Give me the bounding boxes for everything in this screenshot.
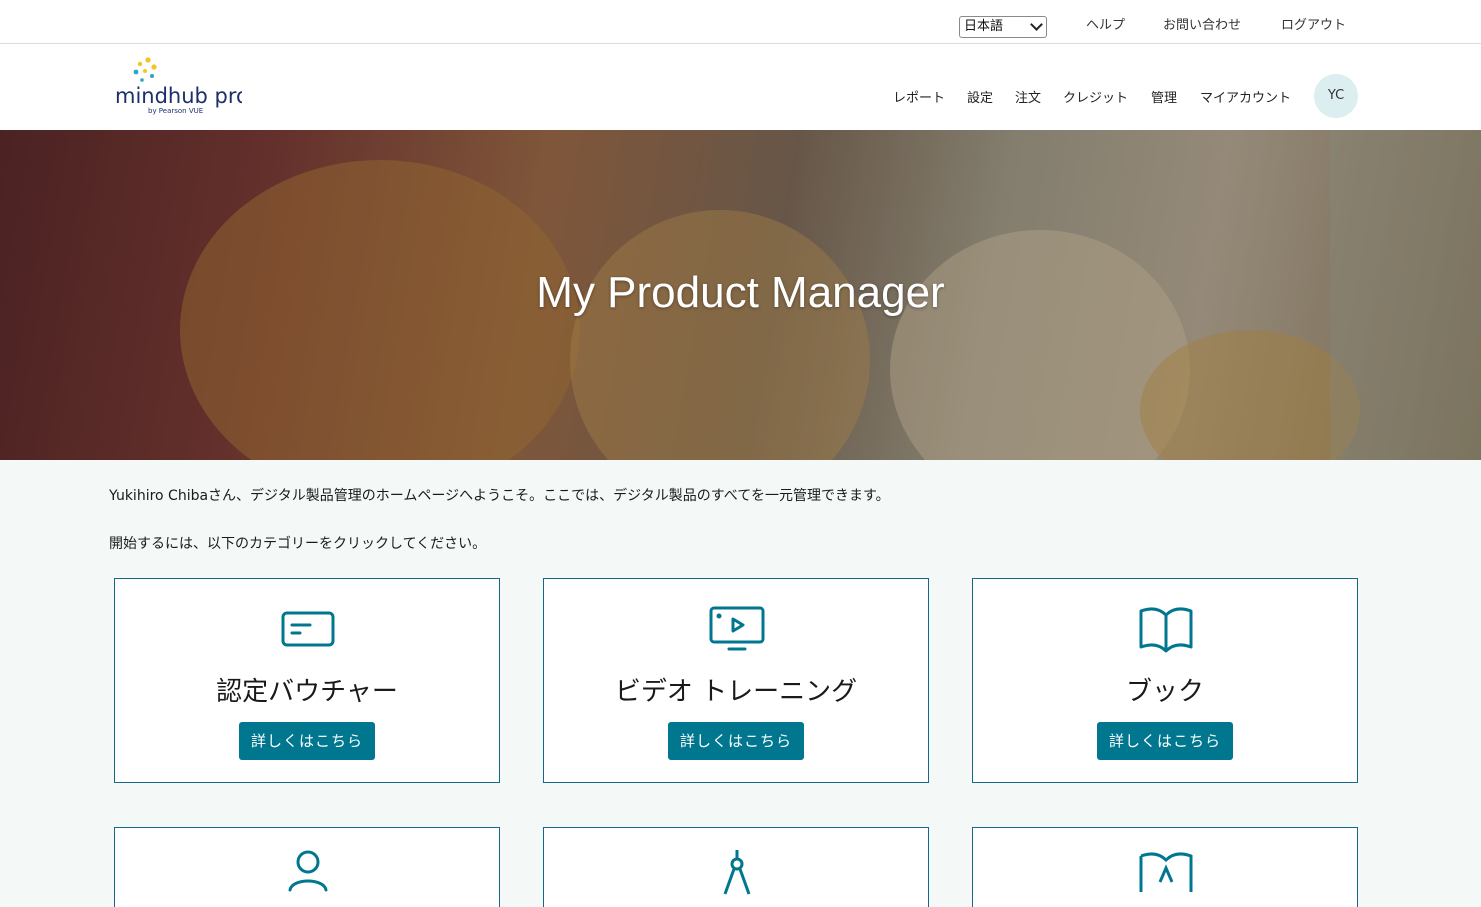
nav-item-settings[interactable]: 設定 [967, 87, 993, 106]
category-card-books[interactable]: ブック 詳しくはこちら [972, 578, 1358, 783]
language-select-value: 日本語 [964, 19, 1004, 34]
video-training-icon [709, 606, 765, 651]
instruction-text: 開始するには、以下のカテゴリーをクリックしてください。 [109, 536, 487, 552]
person-icon [288, 850, 328, 892]
card-title: ブック [1125, 677, 1204, 707]
nav-item-admin[interactable]: 管理 [1151, 87, 1177, 106]
category-card-video-training[interactable]: ビデオ トレーニング 詳しくはこちら [543, 578, 929, 783]
category-card-partial[interactable] [972, 827, 1358, 907]
contact-link[interactable]: お問い合わせ [1163, 14, 1241, 33]
logout-link[interactable]: ログアウト [1281, 14, 1346, 33]
voucher-card-icon [281, 611, 335, 647]
open-book-icon [1139, 607, 1193, 653]
learn-more-button[interactable]: 詳しくはこちら [1097, 722, 1233, 760]
avatar[interactable]: YC [1314, 74, 1358, 118]
nav-item-reports[interactable]: レポート [893, 87, 945, 106]
logo-byline: by Pearson VUE [148, 107, 203, 115]
learn-more-button[interactable]: 詳しくはこちら [239, 722, 375, 760]
compass-icon [723, 850, 751, 895]
page-title: My Product Manager [536, 268, 945, 317]
nav-item-orders[interactable]: 注文 [1015, 87, 1041, 106]
category-card-partial[interactable] [114, 827, 500, 907]
card-title: 認定バウチャー [216, 677, 398, 707]
logo-wordmark: mindhub pro [115, 84, 242, 108]
help-link[interactable]: ヘルプ [1086, 14, 1125, 33]
nav-item-credits[interactable]: クレジット [1063, 87, 1128, 106]
language-select[interactable]: 日本語 [959, 16, 1047, 38]
main-nav: mindhub pro by Pearson VUE レポート 設定 注文 クレ… [0, 44, 1481, 130]
card-title: ビデオ トレーニング [614, 677, 858, 707]
welcome-text: Yukihiro Chibaさん、デジタル製品管理のホームページへようこそ。ここ… [109, 488, 890, 504]
nav-item-my-account[interactable]: マイアカウント [1200, 87, 1291, 106]
hero-banner: My Product Manager [0, 130, 1481, 460]
category-card-voucher[interactable]: 認定バウチャー 詳しくはこちら [114, 578, 500, 783]
learn-more-button[interactable]: 詳しくはこちら [668, 722, 804, 760]
chevron-down-icon [1030, 18, 1043, 31]
category-card-partial[interactable] [543, 827, 929, 907]
utility-bar: 日本語 ヘルプ お問い合わせ ログアウト [0, 0, 1481, 44]
map-book-icon [1139, 852, 1193, 892]
mindhub-pro-logo[interactable]: mindhub pro by Pearson VUE [112, 56, 242, 116]
